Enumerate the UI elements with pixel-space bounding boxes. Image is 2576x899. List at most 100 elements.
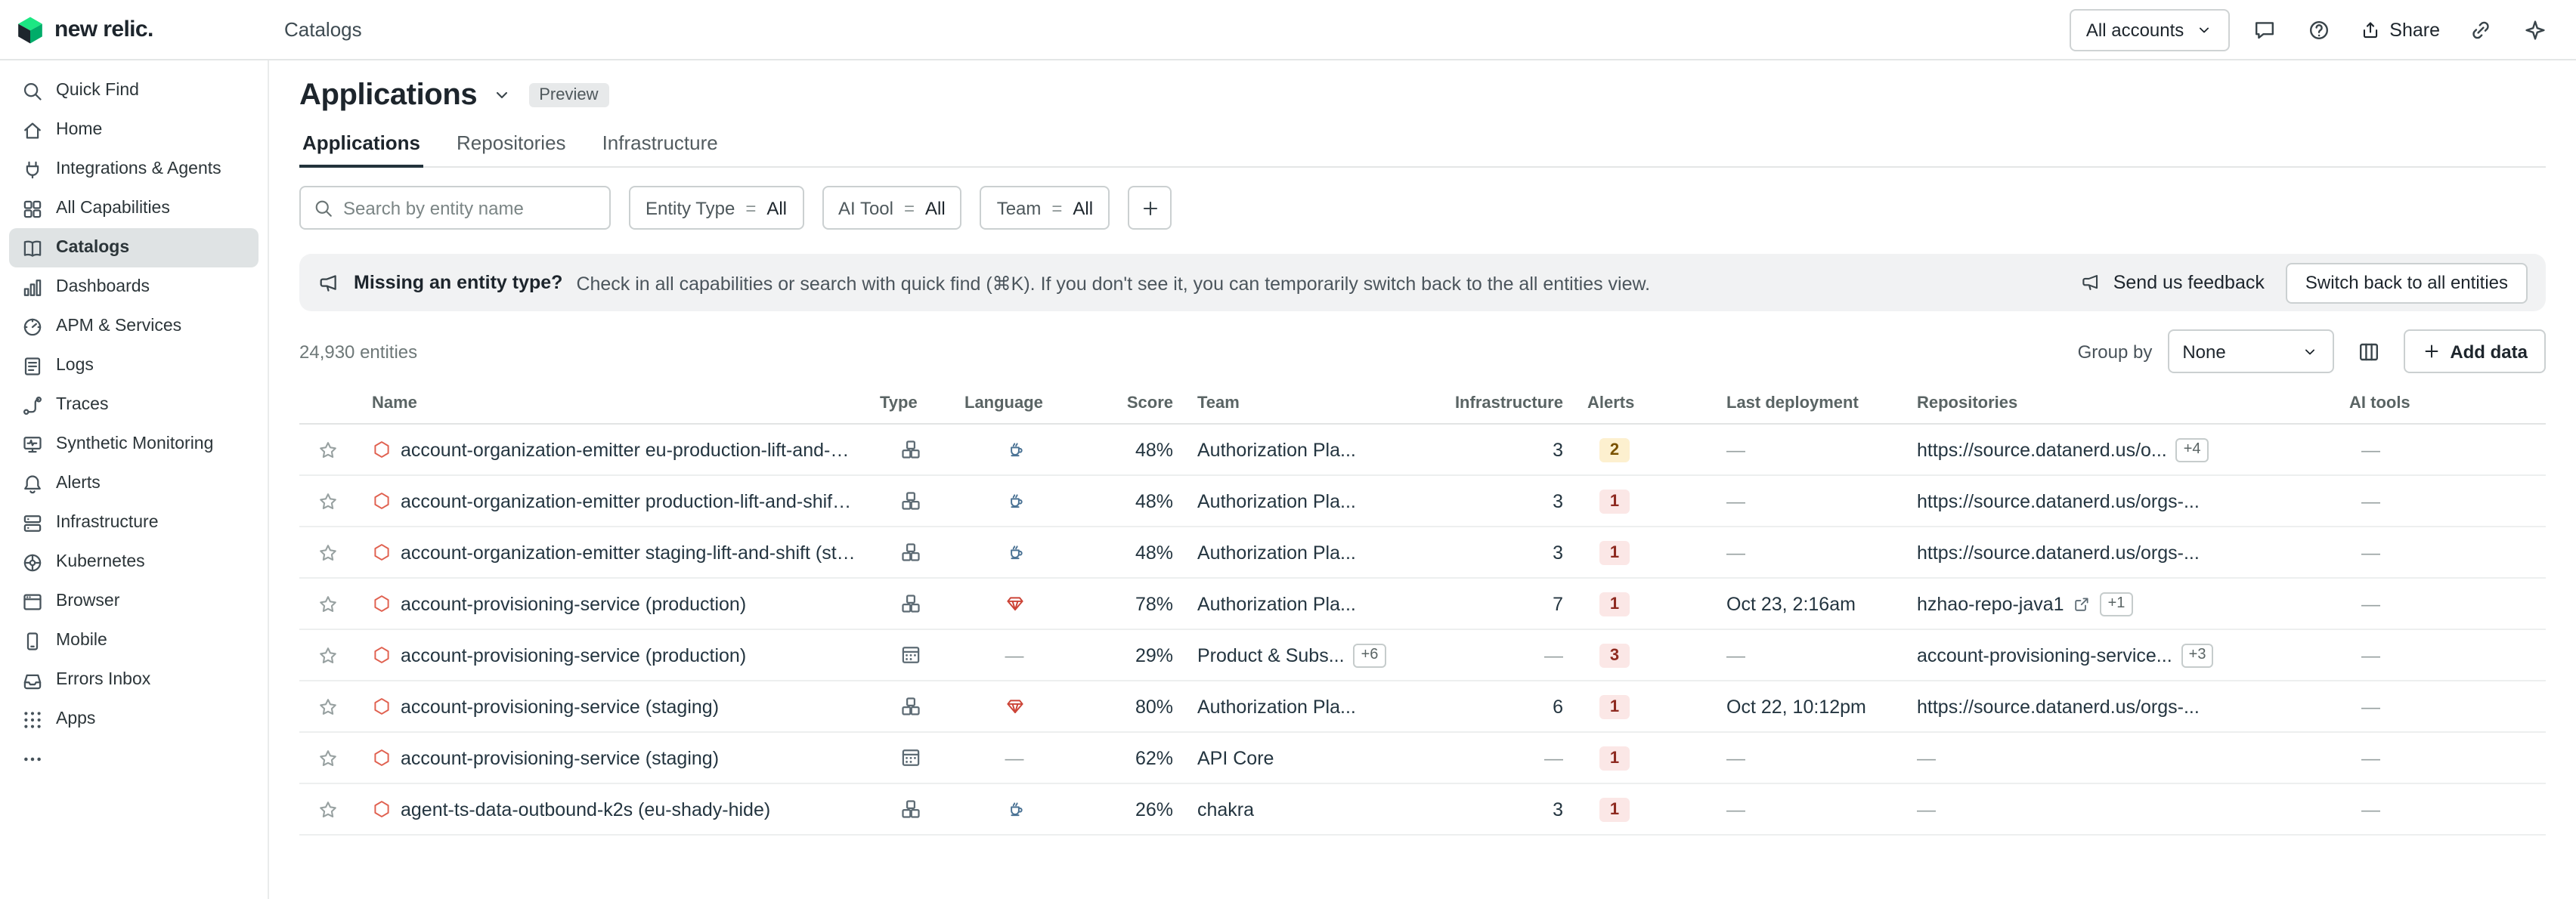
alerts-badge[interactable]: 1	[1599, 746, 1630, 770]
sidebar-item-infrastructure[interactable]: Infrastructure	[9, 503, 259, 542]
column-header-type[interactable]: Type	[868, 394, 952, 412]
repository-overflow-badge[interactable]: +3	[2181, 643, 2214, 667]
alerts-badge[interactable]: 2	[1599, 437, 1630, 462]
repository-overflow-badge[interactable]: +4	[2176, 437, 2209, 462]
external-link-icon[interactable]	[2073, 595, 2091, 613]
column-header-team[interactable]: Team	[1185, 394, 1442, 412]
share-button[interactable]: Share	[2353, 19, 2446, 40]
sidebar-item-home[interactable]: Home	[9, 110, 259, 150]
new-relic-logo[interactable]: new relic.	[15, 14, 269, 45]
team-value[interactable]: API Core	[1197, 747, 1274, 768]
star-icon[interactable]	[317, 439, 339, 460]
sidebar-item-integrations-agents[interactable]: Integrations & Agents	[9, 150, 259, 189]
type-cell	[868, 695, 952, 718]
repository-link[interactable]: hzhao-repo-java1	[1917, 593, 2064, 614]
sidebar-item-quick-find[interactable]: Quick Find	[9, 71, 259, 110]
sidebar-item-apps[interactable]: Apps	[9, 700, 259, 739]
sidebar-item-mobile[interactable]: Mobile	[9, 621, 259, 660]
repository-link[interactable]: account-provisioning-service...	[1917, 644, 2172, 666]
entity-name-link[interactable]: account-provisioning-service (staging)	[401, 747, 719, 768]
entity-name-link[interactable]: account-provisioning-service (staging)	[401, 696, 719, 717]
team-value[interactable]: Authorization Pla...	[1197, 490, 1356, 511]
column-header-language[interactable]: Language	[952, 394, 1076, 412]
hexagon-icon	[372, 697, 392, 716]
entity-name-link[interactable]: agent-ts-data-outbound-k2s (eu-shady-hid…	[401, 799, 770, 820]
column-header-repositories[interactable]: Repositories	[1905, 394, 2337, 412]
repository-link[interactable]: https://source.datanerd.us/orgs-...	[1917, 696, 2200, 717]
copy-link-button[interactable]	[2461, 10, 2500, 49]
star-icon[interactable]	[317, 490, 339, 511]
catalog-switcher-button[interactable]	[488, 82, 515, 109]
add-data-button[interactable]: Add data	[2403, 329, 2546, 373]
entity-name-link[interactable]: account-provisioning-service (production…	[401, 644, 746, 666]
alerts-badge[interactable]: 1	[1599, 489, 1630, 513]
help-button[interactable]	[2299, 10, 2338, 49]
alerts-badge[interactable]: 1	[1599, 540, 1630, 564]
ai-tools-cell: —	[2337, 439, 2546, 460]
team-value[interactable]: Authorization Pla...	[1197, 593, 1356, 614]
repository-link[interactable]: https://source.datanerd.us/orgs-...	[1917, 542, 2200, 563]
alerts-badge[interactable]: 3	[1599, 643, 1630, 667]
column-header-ai-tools[interactable]: AI tools	[2337, 394, 2546, 412]
team-value[interactable]: Authorization Pla...	[1197, 439, 1356, 460]
repository-overflow-badge[interactable]: +1	[2101, 592, 2133, 616]
repository-link[interactable]: https://source.datanerd.us/orgs-...	[1917, 490, 2200, 511]
team-overflow-badge[interactable]: +6	[1354, 643, 1386, 667]
score-cell: 48%	[1076, 439, 1185, 460]
add-filter-button[interactable]	[1128, 186, 1172, 230]
filter-ai-tool[interactable]: AI Tool=All	[822, 186, 962, 230]
sidebar-item-alerts[interactable]: Alerts	[9, 464, 259, 503]
list-controls: 24,930 entities Group by None Add data	[299, 329, 2546, 373]
sidebar-item-traces[interactable]: Traces	[9, 385, 259, 425]
favorite-cell	[299, 747, 360, 768]
repository-link[interactable]: https://source.datanerd.us/o...	[1917, 439, 2167, 460]
send-feedback-link[interactable]: Send us feedback	[2113, 272, 2265, 293]
account-picker-button[interactable]: All accounts	[2070, 8, 2229, 51]
sidebar-item-browser[interactable]: Browser	[9, 582, 259, 621]
column-header-score[interactable]: Score	[1076, 394, 1185, 412]
star-icon[interactable]	[317, 593, 339, 614]
tab-applications[interactable]: Applications	[299, 124, 423, 168]
alerts-badge[interactable]: 1	[1599, 797, 1630, 821]
star-icon[interactable]	[317, 696, 339, 717]
score-value: 48%	[1135, 439, 1173, 460]
sidebar-item-logs[interactable]: Logs	[9, 346, 259, 385]
column-settings-button[interactable]	[2348, 332, 2388, 371]
sidebar-item-all-capabilities[interactable]: All Capabilities	[9, 189, 259, 228]
sidebar-item-errors-inbox[interactable]: Errors Inbox	[9, 660, 259, 700]
search-input[interactable]	[343, 197, 597, 218]
star-icon[interactable]	[317, 747, 339, 768]
column-header-infrastructure[interactable]: Infrastructure	[1442, 394, 1575, 412]
sidebar-item-catalogs[interactable]: Catalogs	[9, 228, 259, 267]
team-value[interactable]: Authorization Pla...	[1197, 696, 1356, 717]
team-value[interactable]: chakra	[1197, 799, 1254, 820]
star-icon[interactable]	[317, 542, 339, 563]
feedback-chat-button[interactable]	[2244, 10, 2283, 49]
sidebar-item-kubernetes[interactable]: Kubernetes	[9, 542, 259, 582]
tab-infrastructure[interactable]: Infrastructure	[599, 124, 721, 168]
column-header-alerts[interactable]: Alerts	[1575, 394, 1714, 412]
star-icon[interactable]	[317, 644, 339, 666]
group-by-select[interactable]: None	[2167, 329, 2333, 373]
sidebar-item-synthetic-monitoring[interactable]: Synthetic Monitoring	[9, 425, 259, 464]
entity-name-link[interactable]: account-organization-emitter eu-producti…	[401, 439, 856, 460]
team-value[interactable]: Authorization Pla...	[1197, 542, 1356, 563]
switch-back-button[interactable]: Switch back to all entities	[2286, 262, 2528, 303]
entity-search	[299, 186, 611, 230]
ai-assistant-button[interactable]	[2516, 10, 2555, 49]
filter-entity-type[interactable]: Entity Type=All	[629, 186, 803, 230]
filter-team[interactable]: Team=All	[980, 186, 1110, 230]
column-header-last-deployment[interactable]: Last deployment	[1714, 394, 1905, 412]
sidebar-item-dashboards[interactable]: Dashboards	[9, 267, 259, 307]
column-header-name[interactable]: Name	[360, 394, 868, 412]
sidebar-item-apm-services[interactable]: APM & Services	[9, 307, 259, 346]
team-value[interactable]: Product & Subs...	[1197, 644, 1345, 666]
star-icon[interactable]	[317, 799, 339, 820]
alerts-badge[interactable]: 1	[1599, 694, 1630, 718]
tab-repositories[interactable]: Repositories	[454, 124, 569, 168]
entity-name-link[interactable]: account-provisioning-service (production…	[401, 593, 746, 614]
alerts-badge[interactable]: 1	[1599, 592, 1630, 616]
sidebar-item-more[interactable]	[9, 739, 259, 778]
entity-name-link[interactable]: account-organization-emitter production-…	[401, 490, 856, 511]
entity-name-link[interactable]: account-organization-emitter staging-lif…	[401, 542, 856, 563]
